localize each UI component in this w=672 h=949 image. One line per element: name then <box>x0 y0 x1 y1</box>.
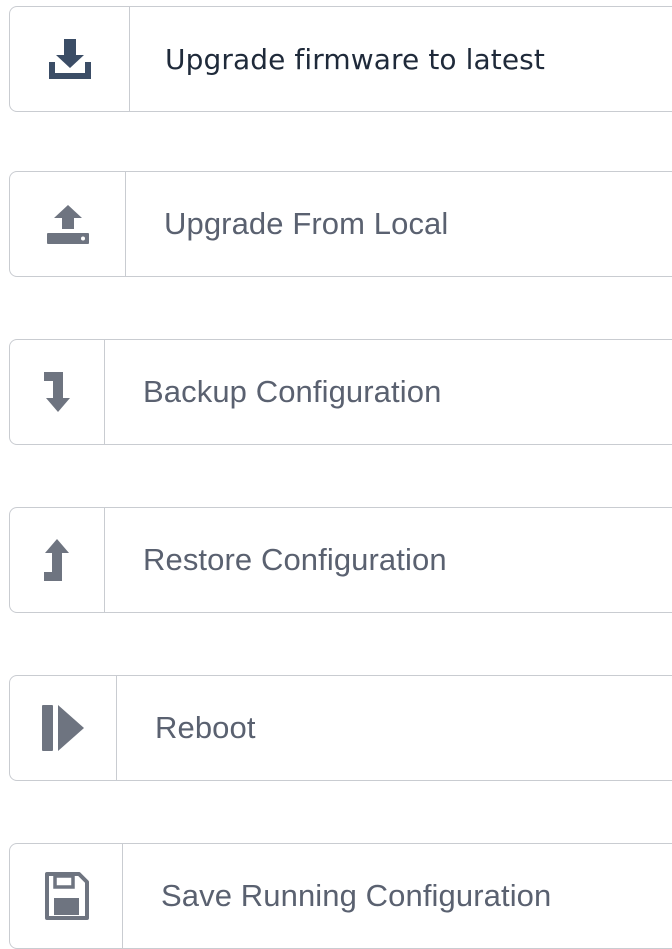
reboot-label: Reboot <box>155 710 256 745</box>
download-tray-icon <box>48 39 91 79</box>
save-running-configuration-icon-cell <box>10 844 123 948</box>
upgrade-firmware-latest-icon-cell <box>10 7 130 111</box>
save-running-configuration-button[interactable]: Save Running Configuration <box>9 843 672 949</box>
restore-arrow-up-icon <box>44 539 69 581</box>
upload-tray-icon <box>46 205 89 244</box>
backup-arrow-down-icon <box>44 372 70 412</box>
upgrade-firmware-latest-button[interactable]: Upgrade firmware to latest <box>9 6 672 112</box>
restore-configuration-icon-cell <box>10 508 105 612</box>
backup-configuration-label: Backup Configuration <box>143 374 442 409</box>
restore-configuration-button[interactable]: Restore Configuration <box>9 507 672 613</box>
reboot-icon-cell <box>10 676 117 780</box>
upgrade-from-local-icon-cell <box>10 172 126 276</box>
backup-configuration-button[interactable]: Backup Configuration <box>9 339 672 445</box>
restore-configuration-label: Restore Configuration <box>143 542 447 577</box>
floppy-disk-icon <box>45 872 89 920</box>
reboot-play-icon <box>42 705 84 751</box>
backup-configuration-icon-cell <box>10 340 105 444</box>
upgrade-firmware-latest-label: Upgrade firmware to latest <box>165 42 545 76</box>
save-running-configuration-label: Save Running Configuration <box>161 878 552 913</box>
upgrade-from-local-label: Upgrade From Local <box>164 206 449 241</box>
reboot-button[interactable]: Reboot <box>9 675 672 781</box>
upgrade-from-local-button[interactable]: Upgrade From Local <box>9 171 672 277</box>
